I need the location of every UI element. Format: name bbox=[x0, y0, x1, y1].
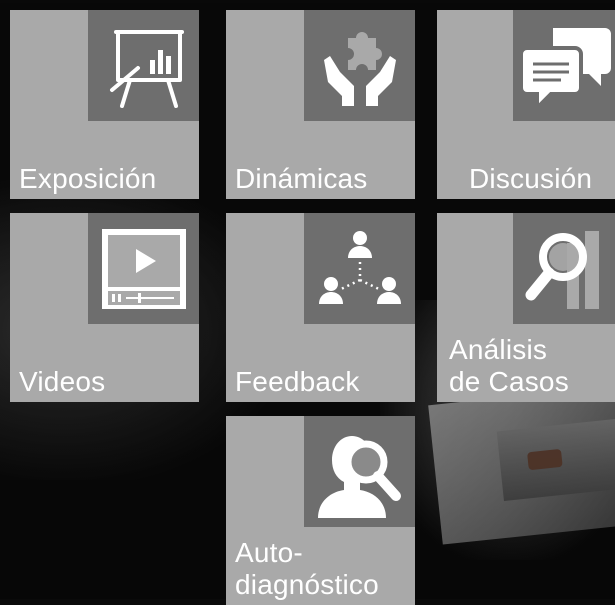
chat-bubbles-icon bbox=[519, 27, 611, 113]
tile-feedback[interactable]: Feedback bbox=[226, 213, 415, 402]
tile-label: Exposición bbox=[19, 163, 157, 194]
icon-box bbox=[304, 416, 415, 527]
magnifier-document-icon bbox=[525, 230, 599, 309]
tile-videos[interactable]: Videos bbox=[10, 213, 199, 402]
tile-label: Feedback bbox=[235, 366, 360, 397]
tile-dinamicas[interactable]: Dinámicas bbox=[226, 10, 415, 199]
person-magnifier-icon bbox=[317, 435, 401, 518]
icon-box bbox=[88, 10, 199, 121]
icon-box bbox=[304, 10, 415, 121]
tile-label: Auto- diagnóstico bbox=[235, 537, 379, 600]
tile-autodiagnostico[interactable]: Auto- diagnóstico bbox=[226, 416, 415, 605]
tile-label: Discusión bbox=[469, 163, 593, 194]
icon-box bbox=[513, 10, 615, 121]
presentation-board-icon bbox=[109, 29, 184, 108]
tile-label: Análisis de Casos bbox=[449, 334, 569, 397]
tile-discusion[interactable]: Discusión bbox=[437, 10, 615, 199]
icon-box bbox=[88, 213, 199, 324]
hands-puzzle-icon bbox=[323, 31, 396, 106]
people-network-icon bbox=[318, 230, 401, 304]
tile-analisis-de-casos[interactable]: Análisis de Casos bbox=[437, 213, 615, 402]
tile-label: Dinámicas bbox=[235, 163, 368, 194]
video-player-icon bbox=[101, 228, 186, 309]
icon-box bbox=[513, 213, 615, 324]
tile-exposicion[interactable]: Exposición bbox=[10, 10, 199, 199]
tile-label: Videos bbox=[19, 366, 106, 397]
icon-box bbox=[304, 213, 415, 324]
